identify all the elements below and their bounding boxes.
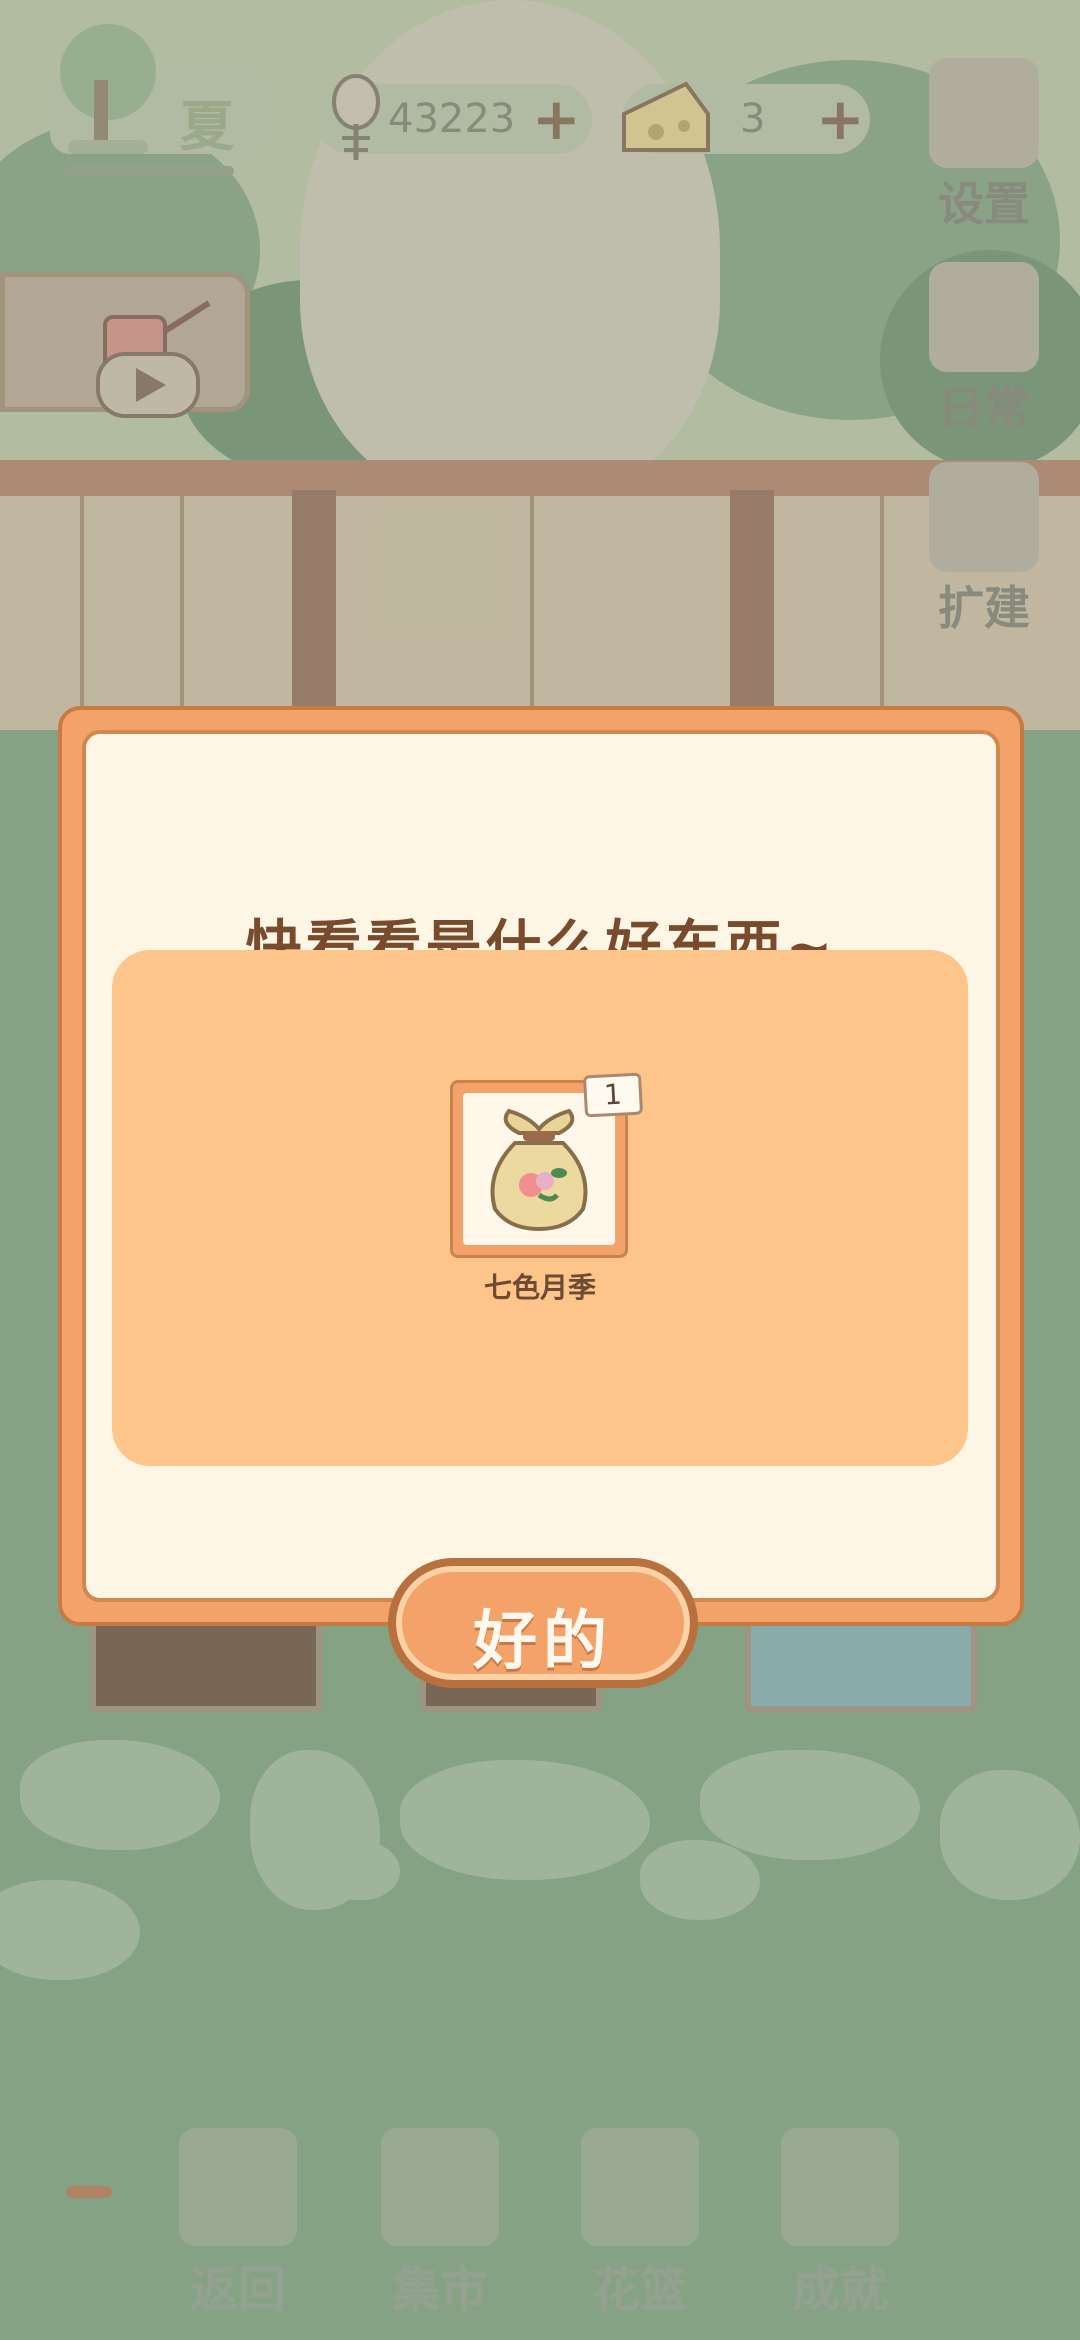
seed-bag-icon [490,1108,588,1232]
confirm-button-label: 好的 [473,1605,613,1679]
confirm-button[interactable]: 好的 [388,1558,698,1688]
item-name: 七色月季 [483,1271,596,1304]
item-count-badge: 1 [582,1072,644,1118]
